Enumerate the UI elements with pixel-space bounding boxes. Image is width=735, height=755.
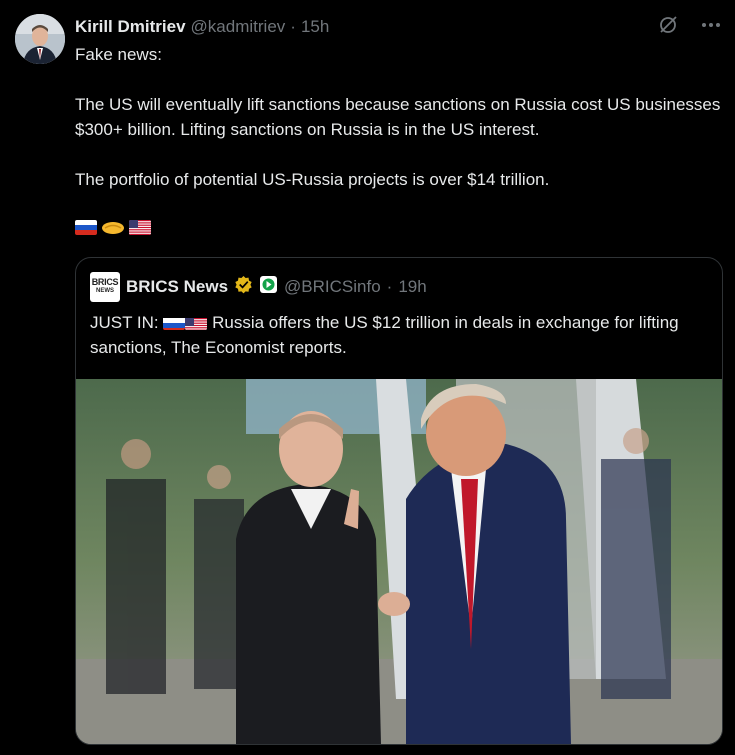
author-name[interactable]: Kirill Dmitriev [75,17,186,37]
tweet-text: Fake news: [75,42,725,67]
quoted-author-name[interactable]: BRICS News [126,277,228,297]
more-icon[interactable] [701,15,721,40]
tweet-time[interactable]: 15h [301,17,329,37]
quoted-text-prefix: JUST IN: [90,313,159,332]
tweet-paragraph: The portfolio of potential US-Russia pro… [75,170,550,189]
grok-icon[interactable] [657,14,679,41]
author-handle[interactable]: @kadmitriev [191,17,286,37]
us-flag-icon [129,220,151,235]
emoji-row [75,220,151,235]
handshake-icon [101,220,125,235]
quoted-tweet-card[interactable]: BRICS NEWS BRICS News @BRICSinfo · 19h J… [75,257,723,745]
tweet-header: Kirill Dmitriev @kadmitriev · 15h [75,16,329,38]
russia-flag-icon [75,220,97,235]
tweet-paragraph: The US will eventually lift sanctions be… [75,95,721,139]
tweet-text: The portfolio of potential US-Russia pro… [75,167,725,192]
brics-news-avatar[interactable]: BRICS NEWS [90,272,120,302]
us-flag-icon [185,315,208,330]
time-separator: · [290,17,296,36]
quoted-tweet-photo[interactable] [76,379,722,744]
quoted-tweet-text: JUST IN: Russia offers the US $12 trilli… [90,310,710,360]
author-avatar[interactable] [15,14,65,64]
russia-flag-icon [163,315,186,330]
quoted-author-handle[interactable]: @BRICSinfo [284,277,381,297]
logo-text-top: BRICS [91,277,119,287]
logo-text-bottom: NEWS [96,288,114,294]
tweet-actions-top [657,14,721,41]
tweet-text: The US will eventually lift sanctions be… [75,92,725,142]
quoted-tweet-time[interactable]: 19h [398,277,426,297]
affiliate-badge-icon[interactable] [259,275,278,299]
tweet-paragraph: Fake news: [75,45,162,64]
quoted-tweet-header: BRICS NEWS BRICS News @BRICSinfo · 19h [90,272,427,302]
time-separator: · [386,277,393,296]
verified-badge-icon[interactable] [234,275,253,299]
